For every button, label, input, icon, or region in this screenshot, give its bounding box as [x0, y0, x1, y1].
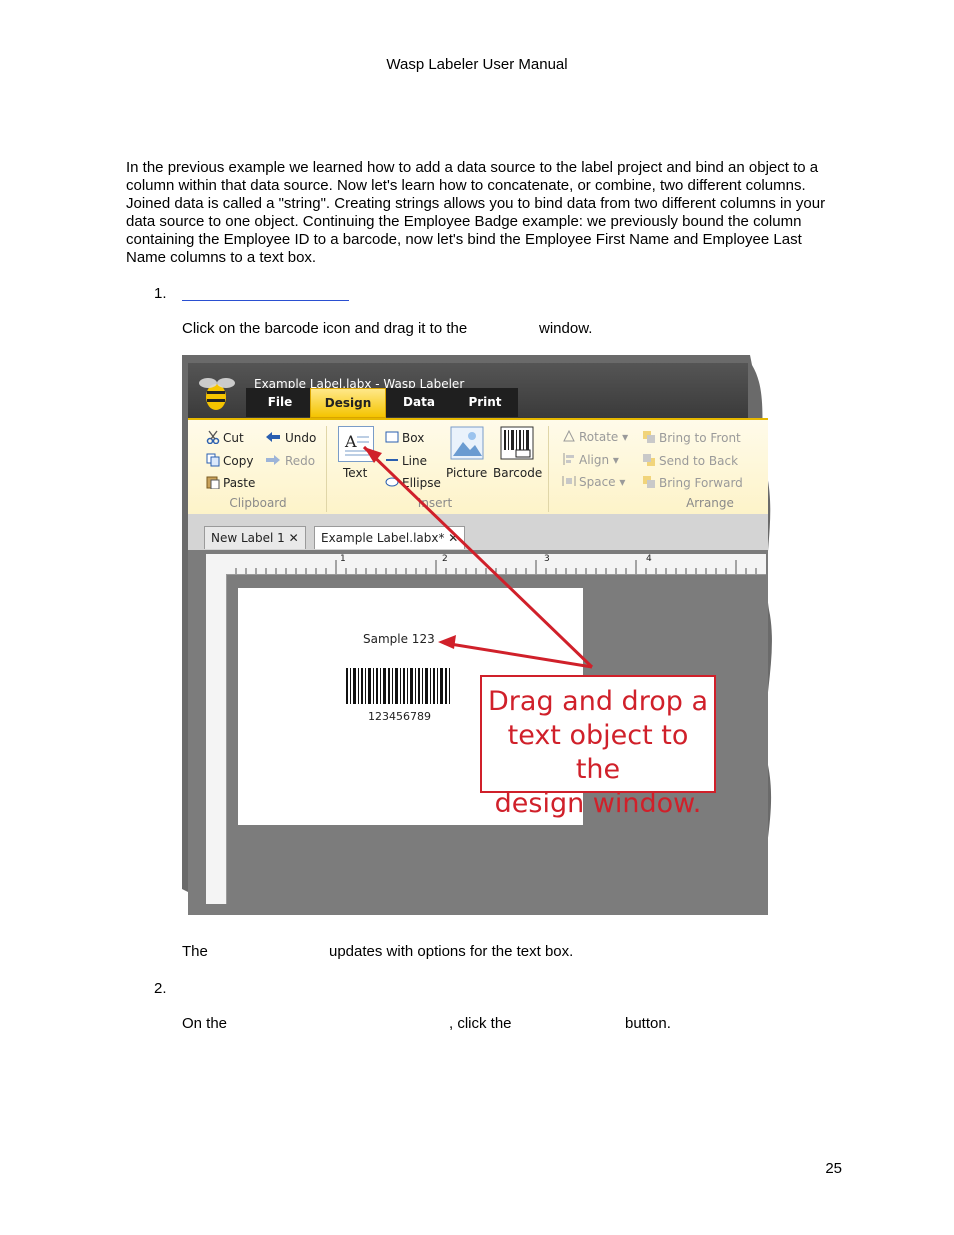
step-1-number: 1.: [154, 285, 167, 302]
step-2-text-b: , click the: [449, 1015, 512, 1032]
step-1-link-underline[interactable]: [182, 300, 349, 301]
annotation-arrows: [362, 445, 594, 669]
page-header: Wasp Labeler User Manual: [386, 56, 568, 73]
after-image-text-a: The: [182, 943, 208, 960]
page-number: 25: [825, 1160, 842, 1177]
callout-line: design window.: [494, 788, 702, 819]
intro-paragraph: In the previous example we learned how t…: [126, 159, 826, 266]
step-1-text-b: window.: [539, 320, 593, 337]
step-2-text-a: On the: [182, 1015, 228, 1032]
app-screenshot: Example Label.labx - Wasp Labeler File D…: [182, 355, 782, 915]
step-2-text-c: button.: [625, 1015, 671, 1032]
callout-line: Drag and drop a: [488, 686, 708, 717]
callout-line: text object to the: [507, 720, 689, 785]
after-image-text-b: updates with options for the text box.: [329, 943, 574, 960]
step-1-text-a: Click on the barcode icon and drag it to…: [182, 320, 468, 337]
step-2-number: 2.: [154, 980, 167, 997]
screenshot-frame: Example Label.labx - Wasp Labeler File D…: [182, 355, 782, 915]
callout-box: Drag and drop a text object to the desig…: [480, 675, 716, 819]
